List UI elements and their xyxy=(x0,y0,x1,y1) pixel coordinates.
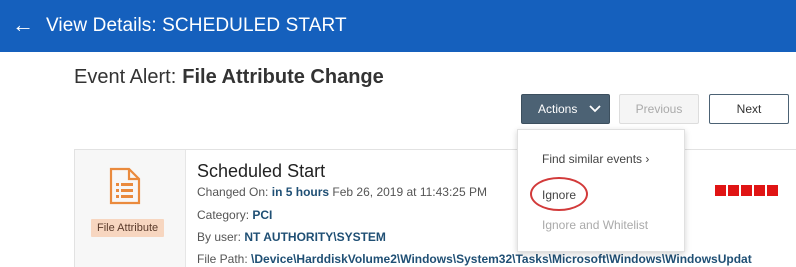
user-row: By user: NT AUTHORITY\SYSTEM xyxy=(197,230,386,244)
severity-block xyxy=(728,185,739,196)
severity-indicator xyxy=(715,185,778,196)
event-alert-name: File Attribute Change xyxy=(182,66,384,88)
severity-block xyxy=(741,185,752,196)
menu-item-ignore[interactable]: Ignore xyxy=(542,188,576,202)
file-path-value: \Device\HarddiskVolume2\Windows\System32… xyxy=(251,252,752,266)
menu-item-ignore-and-whitelist[interactable]: Ignore and Whitelist xyxy=(542,218,648,232)
event-alert-label: Event Alert: xyxy=(74,66,177,88)
previous-button[interactable]: Previous xyxy=(619,94,699,124)
category-label: Category: xyxy=(197,208,250,222)
event-alert-heading: Event Alert: File Attribute Change xyxy=(74,65,384,89)
changed-on-row: Changed On: in 5 hours Feb 26, 2019 at 1… xyxy=(197,185,487,199)
severity-block xyxy=(715,185,726,196)
event-icon-panel: File Attribute xyxy=(75,150,186,267)
page-title: View Details: SCHEDULED START xyxy=(46,15,347,36)
changed-on-relative: in 5 hours xyxy=(271,185,330,199)
chevron-right-icon: › xyxy=(645,152,650,166)
actions-button-label: Actions xyxy=(538,102,578,116)
changed-on-date: Feb 26, 2019 at 11:43:25 PM xyxy=(332,185,487,199)
user-label: By user: xyxy=(197,230,242,244)
header-bar: ← View Details: SCHEDULED START xyxy=(0,0,796,52)
next-button[interactable]: Next xyxy=(709,94,789,124)
actions-dropdown-menu: Find similar events › Ignore Ignore and … xyxy=(517,129,685,252)
changed-on-label: Changed On: xyxy=(197,185,269,199)
severity-block xyxy=(767,185,778,196)
back-arrow-icon[interactable]: ← xyxy=(12,13,34,37)
user-value: NT AUTHORITY\SYSTEM xyxy=(244,230,386,244)
file-attribute-tag: File Attribute xyxy=(91,219,165,237)
document-icon xyxy=(109,167,141,205)
severity-block xyxy=(754,185,765,196)
category-row: Category: PCI xyxy=(197,208,272,222)
event-card: File Attribute Scheduled Start Changed O… xyxy=(74,149,796,267)
file-path-label: File Path: xyxy=(197,252,248,266)
menu-item-find-similar-events[interactable]: Find similar events › xyxy=(542,152,649,166)
find-similar-label: Find similar events xyxy=(542,152,643,166)
actions-button[interactable]: Actions xyxy=(521,94,610,124)
event-name: Scheduled Start xyxy=(197,161,326,181)
file-path-row: File Path: \Device\HarddiskVolume2\Windo… xyxy=(197,252,752,266)
category-value: PCI xyxy=(252,208,273,222)
